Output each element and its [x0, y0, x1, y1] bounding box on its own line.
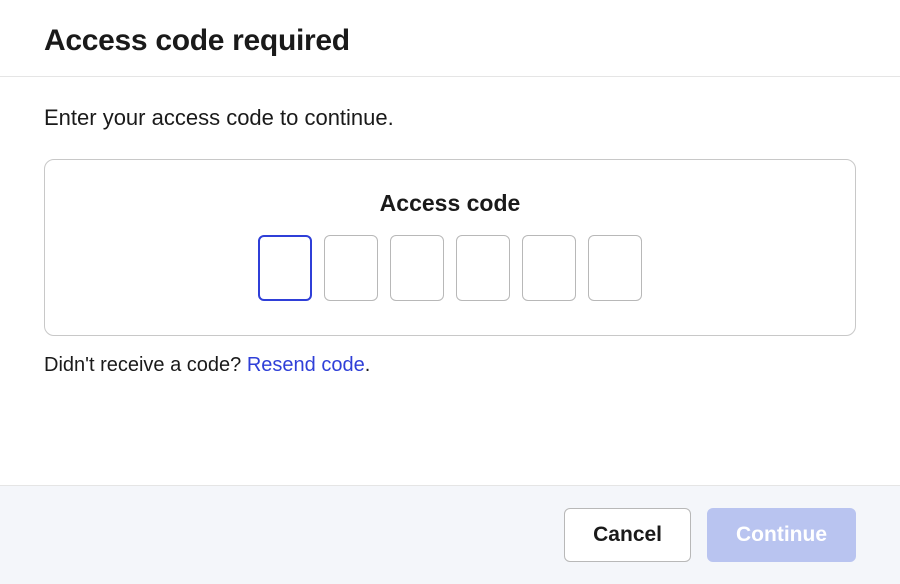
access-code-panel: Access code — [44, 159, 856, 336]
code-digit-2[interactable] — [324, 235, 378, 301]
dialog-header: Access code required — [0, 0, 900, 77]
instruction-text: Enter your access code to continue. — [44, 105, 856, 131]
dialog-title: Access code required — [44, 24, 856, 58]
resend-suffix: . — [365, 354, 371, 376]
access-code-inputs — [65, 235, 835, 301]
resend-prefix: Didn't receive a code? — [44, 354, 247, 376]
resend-code-link[interactable]: Resend code — [247, 354, 365, 376]
code-digit-6[interactable] — [588, 235, 642, 301]
dialog-footer: Cancel Continue — [0, 485, 900, 584]
dialog-body: Enter your access code to continue. Acce… — [0, 77, 900, 485]
cancel-button[interactable]: Cancel — [564, 508, 691, 562]
continue-button[interactable]: Continue — [707, 508, 856, 562]
access-code-label: Access code — [65, 190, 835, 217]
code-digit-3[interactable] — [390, 235, 444, 301]
code-digit-4[interactable] — [456, 235, 510, 301]
code-digit-5[interactable] — [522, 235, 576, 301]
resend-row: Didn't receive a code? Resend code. — [44, 354, 856, 377]
code-digit-1[interactable] — [258, 235, 312, 301]
